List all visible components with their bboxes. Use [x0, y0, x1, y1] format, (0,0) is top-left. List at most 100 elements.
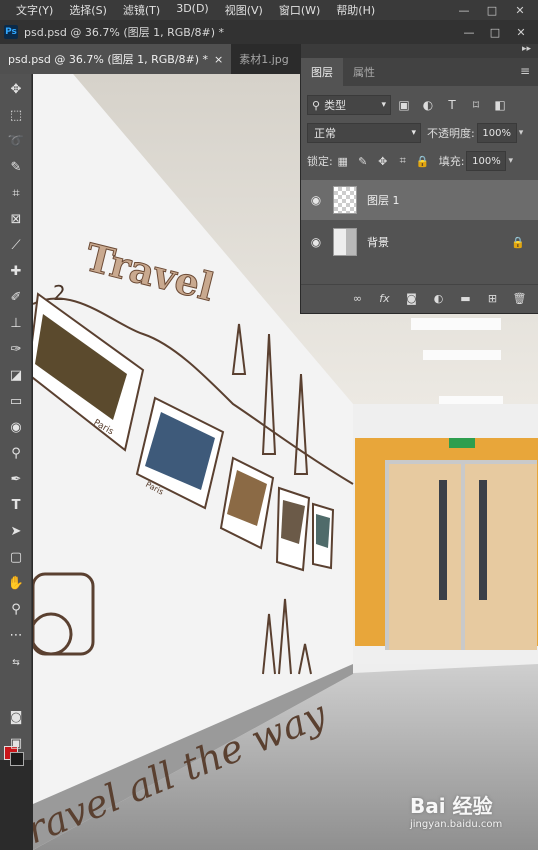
blend-mode-select[interactable]: 正常 ▾ — [307, 123, 421, 143]
link-layers-icon[interactable]: ∞ — [344, 292, 371, 305]
menu-text[interactable]: 文字(Y) — [8, 2, 61, 18]
hand-tool-icon[interactable]: ✋ — [4, 572, 28, 594]
zoom-tool-icon[interactable]: ⚲ — [4, 598, 28, 620]
more-tools-icon[interactable]: ⋯ — [4, 624, 28, 646]
blur-tool-icon[interactable]: ◉ — [4, 416, 28, 438]
chevron-down-icon[interactable]: ▾ — [519, 128, 524, 138]
close-tab-icon[interactable]: × — [214, 53, 223, 66]
menu-filter[interactable]: 滤镜(T) — [115, 2, 168, 18]
visibility-eye-icon[interactable]: ◉ — [301, 235, 331, 249]
fill-label: 填充: — [438, 155, 465, 168]
collapse-panel-icon[interactable]: ▸▸ — [522, 44, 531, 54]
tab-layers[interactable]: 图层 — [301, 58, 343, 86]
shape-tool-icon[interactable]: ▢ — [4, 546, 28, 568]
watermark: Bai 经验 jingyan.baidu.com — [410, 790, 536, 838]
chevron-down-icon[interactable]: ▾ — [508, 156, 513, 166]
lock-all-icon[interactable]: 🔒 — [413, 155, 433, 168]
path-select-tool-icon[interactable]: ➤ — [4, 520, 28, 542]
doc-maximize-button[interactable]: □ — [482, 22, 508, 42]
ceiling-light — [411, 318, 501, 330]
type-tool-icon[interactable]: T — [4, 494, 28, 516]
door-window — [479, 480, 487, 600]
background-color-swatch[interactable] — [10, 752, 24, 766]
quick-mask-icon[interactable]: ◙ — [4, 706, 28, 728]
lock-image-icon[interactable]: ✎ — [353, 155, 373, 168]
filter-type-icon[interactable]: T — [441, 98, 463, 112]
frame-tool-icon[interactable]: ⊠ — [4, 208, 28, 230]
quick-select-tool-icon[interactable]: ✎ — [4, 156, 28, 178]
eyedropper-tool-icon[interactable]: ⟋ — [4, 234, 28, 256]
delete-layer-icon[interactable]: 🗑 — [506, 292, 533, 305]
fill-input[interactable]: 100% — [466, 151, 507, 171]
lock-label: 锁定: — [307, 155, 333, 168]
filter-pixel-icon[interactable]: ▣ — [393, 98, 415, 112]
tab-material[interactable]: 素材1.jpg — [231, 44, 297, 74]
photoshop-logo-icon: Ps — [4, 25, 18, 39]
maximize-button[interactable]: □ — [478, 0, 506, 20]
new-group-icon[interactable]: ▬ — [452, 292, 479, 305]
layer-style-icon[interactable]: fx — [371, 292, 398, 305]
search-icon: ⚲ — [312, 98, 321, 112]
ceiling-light — [439, 396, 503, 404]
pen-tool-icon[interactable]: ✒ — [4, 468, 28, 490]
layer-row-background[interactable]: ◉ 背景 🔒 — [301, 222, 538, 262]
filter-kind-select[interactable]: ⚲ 类型 ▾ — [307, 95, 391, 115]
screen-mode-icon[interactable]: ▣ — [4, 732, 28, 754]
move-tool-icon[interactable]: ✥ — [4, 78, 28, 100]
photo-frame — [312, 502, 335, 570]
lock-artboard-icon[interactable]: ⌗ — [393, 154, 413, 168]
close-button[interactable]: ✕ — [506, 0, 534, 20]
opacity-input[interactable]: 100% — [476, 123, 517, 143]
layer-row-layer1[interactable]: ◉ 图层 1 — [301, 180, 538, 220]
doc-close-button[interactable]: ✕ — [508, 22, 534, 42]
brush-tool-icon[interactable]: ✐ — [4, 286, 28, 308]
filter-kind-value: 类型 — [324, 99, 347, 112]
tools-panel: ✥ ⬚ ➰ ✎ ⌗ ⊠ ⟋ ✚ ✐ ⊥ ✑ ◪ ▭ ◉ ⚲ ✒ T ➤ ▢ ✋ … — [0, 74, 32, 766]
menu-view[interactable]: 视图(V) — [217, 2, 271, 18]
add-mask-icon[interactable]: ◙ — [398, 292, 425, 305]
layer-thumbnail — [333, 186, 357, 214]
lock-transparent-icon[interactable]: ▦ — [333, 155, 353, 168]
history-brush-tool-icon[interactable]: ✑ — [4, 338, 28, 360]
swap-colors-icon[interactable]: ⇆ — [4, 652, 28, 674]
visibility-eye-icon[interactable]: ◉ — [301, 193, 331, 207]
menu-window[interactable]: 窗口(W) — [271, 2, 328, 18]
filter-smart-object-icon[interactable]: ◧ — [489, 98, 511, 112]
clone-stamp-tool-icon[interactable]: ⊥ — [4, 312, 28, 334]
marquee-tool-icon[interactable]: ⬚ — [4, 104, 28, 126]
panel-menu-icon[interactable]: ≡ — [520, 64, 530, 78]
tab-label: psd.psd @ 36.7% (图层 1, RGB/8#) * — [8, 53, 209, 66]
document-title-bar: Ps psd.psd @ 36.7% (图层 1, RGB/8#) * — □ … — [0, 20, 538, 44]
filter-adjustment-icon[interactable]: ◐ — [417, 98, 439, 112]
blend-row: 正常 ▾ 不透明度: 100% ▾ — [307, 122, 535, 144]
tab-label: 素材1.jpg — [239, 53, 289, 66]
healing-brush-tool-icon[interactable]: ✚ — [4, 260, 28, 282]
minimize-button[interactable]: — — [450, 0, 478, 20]
crop-tool-icon[interactable]: ⌗ — [4, 182, 28, 204]
lasso-tool-icon[interactable]: ➰ — [4, 130, 28, 152]
menu-help[interactable]: 帮助(H) — [328, 2, 383, 18]
door-right[interactable] — [465, 464, 537, 650]
mural-number: 2 — [53, 281, 66, 305]
ceiling-light — [423, 350, 501, 360]
tab-properties[interactable]: 属性 — [343, 58, 385, 86]
door-left[interactable] — [389, 464, 461, 650]
new-layer-icon[interactable]: ⊞ — [479, 292, 506, 305]
tab-psd[interactable]: psd.psd @ 36.7% (图层 1, RGB/8#) * × — [0, 44, 232, 74]
adjustment-layer-icon[interactable]: ◐ — [425, 292, 452, 305]
panel-tabs: 图层 属性 — [301, 58, 538, 86]
dodge-tool-icon[interactable]: ⚲ — [4, 442, 28, 464]
lock-position-icon[interactable]: ✥ — [373, 155, 393, 168]
gradient-tool-icon[interactable]: ▭ — [4, 390, 28, 412]
layer-name: 图层 1 — [367, 194, 400, 207]
chevron-down-icon: ▾ — [381, 100, 386, 110]
menu-select[interactable]: 选择(S) — [61, 2, 115, 18]
filter-shape-icon[interactable]: ⌑ — [465, 98, 487, 112]
menu-bar: 文字(Y) 选择(S) 滤镜(T) 3D(D) 视图(V) 窗口(W) 帮助(H… — [0, 0, 538, 20]
menu-3d[interactable]: 3D(D) — [168, 2, 217, 18]
document-window-controls: — □ ✕ — [456, 22, 534, 42]
doc-minimize-button[interactable]: — — [456, 22, 482, 42]
chevron-down-icon: ▾ — [411, 128, 416, 138]
eraser-tool-icon[interactable]: ◪ — [4, 364, 28, 386]
document-title: psd.psd @ 36.7% (图层 1, RGB/8#) * — [24, 26, 225, 39]
